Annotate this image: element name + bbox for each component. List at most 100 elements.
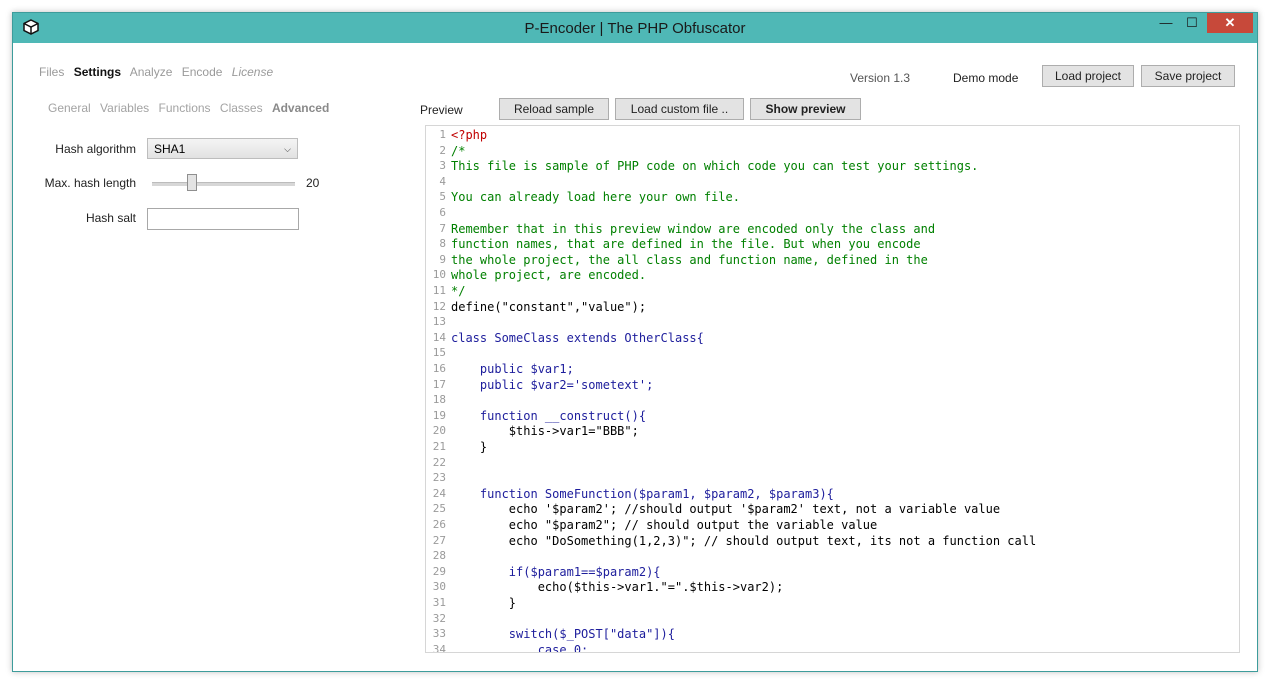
code-line: 12 define("constant","value");	[426, 299, 1239, 316]
app-window: P-Encoder | The PHP Obfuscator — ☐ ✕ Fil…	[12, 12, 1258, 672]
line-text: function names, that are defined in the …	[451, 237, 921, 252]
code-line: 20 $this->var1="BBB";	[426, 424, 1239, 440]
nav-analyze[interactable]: Analyze	[130, 65, 173, 79]
line-number: 26	[432, 518, 446, 531]
line-number: 29	[432, 564, 446, 578]
line-number: 7	[439, 221, 446, 235]
line-text: }	[451, 596, 517, 610]
line-number: 24	[432, 486, 446, 500]
code-line: 5 You can already load here your own file…	[426, 190, 1239, 206]
code-line: 31 }	[426, 596, 1239, 612]
line-number: 12	[432, 299, 446, 313]
title-bar: P-Encoder | The PHP Obfuscator — ☐ ✕	[13, 13, 1257, 43]
code-line: 2 /*	[426, 143, 1239, 160]
line-text: echo '$param2'; //should output '$param2…	[451, 502, 1001, 517]
line-number: 9	[439, 252, 446, 266]
nav-license[interactable]: License	[232, 65, 273, 79]
code-line: 11 */	[426, 284, 1239, 300]
settings-subnav: General Variables Functions Classes Adva…	[48, 101, 335, 115]
tab-advanced[interactable]: Advanced	[272, 101, 329, 115]
code-line: 13	[426, 315, 1239, 331]
max-hash-length-value: 20	[306, 176, 320, 190]
line-text: <?php	[451, 128, 488, 142]
maximize-button[interactable]: ☐	[1179, 13, 1205, 33]
hash-algorithm-value: SHA1	[154, 142, 186, 156]
code-line: 21 }	[426, 440, 1239, 456]
code-line: 10 whole project, are encoded.	[426, 268, 1239, 284]
mode-label: Demo mode	[953, 71, 1019, 85]
line-number: 34	[432, 642, 446, 653]
code-line: 19 function __construct(){	[426, 408, 1239, 425]
nav-settings[interactable]: Settings	[74, 65, 121, 79]
line-text: echo "$param2"; // should output the var…	[451, 518, 878, 532]
slider-thumb[interactable]	[187, 174, 197, 191]
line-number: 10	[432, 268, 446, 282]
close-button[interactable]: ✕	[1207, 13, 1253, 33]
code-line: 25 echo '$param2'; //should output '$par…	[426, 502, 1239, 518]
line-text: You can already load here your own file.	[451, 190, 740, 205]
line-text: whole project, are encoded.	[451, 268, 647, 283]
line-number: 31	[432, 596, 446, 609]
hash-algorithm-select[interactable]: SHA1 ⌵	[147, 138, 298, 159]
line-number: 8	[439, 237, 446, 251]
line-text: echo "DoSomething(1,2,3)"; // should out…	[451, 533, 1037, 548]
nav-files[interactable]: Files	[39, 65, 64, 79]
save-project-button[interactable]: Save project	[1141, 65, 1235, 87]
max-hash-length-label: Max. hash length	[44, 176, 136, 190]
load-project-button[interactable]: Load project	[1042, 65, 1134, 87]
line-number: 33	[432, 627, 446, 641]
hash-salt-input[interactable]	[147, 208, 299, 230]
preview-label: Preview	[420, 103, 463, 117]
hash-algorithm-label: Hash algorithm	[55, 142, 136, 156]
line-text: Remember that in this preview window are…	[451, 221, 936, 236]
line-text: echo($this->var1."=".$this->var2);	[451, 580, 784, 595]
line-text: public $var2='sometext';	[451, 377, 654, 392]
code-line: 23	[426, 471, 1239, 487]
line-text: /*	[451, 143, 466, 158]
line-number: 16	[432, 362, 446, 375]
tab-variables[interactable]: Variables	[100, 101, 149, 115]
reload-sample-button[interactable]: Reload sample	[499, 98, 609, 120]
line-number: 23	[432, 471, 446, 485]
code-line: 17 public $var2='sometext';	[426, 377, 1239, 394]
load-custom-file-button[interactable]: Load custom file ..	[615, 98, 744, 120]
code-line: 9 the whole project, the all class and fu…	[426, 252, 1239, 269]
line-number: 1	[439, 128, 446, 141]
line-number: 19	[432, 408, 446, 422]
code-line: 16 public $var1;	[426, 362, 1239, 378]
line-number: 20	[432, 424, 446, 438]
code-line: 24 function SomeFunction($param1, $param…	[426, 486, 1239, 503]
tab-classes[interactable]: Classes	[220, 101, 263, 115]
line-text: the whole project, the all class and fun…	[451, 252, 928, 267]
line-number: 5	[439, 190, 446, 204]
line-text: $this->var1="BBB";	[451, 424, 639, 439]
code-preview[interactable]: 1 <?php 2 /* 3 This file is sample of PHP cod…	[425, 125, 1240, 653]
code-line: 22	[426, 456, 1239, 472]
max-hash-length-slider[interactable]	[152, 182, 295, 186]
line-number: 17	[432, 377, 446, 391]
code-line: 7 Remember that in this preview window ar…	[426, 221, 1239, 238]
show-preview-button[interactable]: Show preview	[750, 98, 861, 120]
chevron-down-icon: ⌵	[284, 144, 291, 154]
line-number: 11	[432, 284, 446, 297]
line-text: define("constant","value");	[451, 299, 647, 314]
code-line: 15	[426, 346, 1239, 362]
line-number: 27	[432, 533, 446, 547]
nav-encode[interactable]: Encode	[182, 65, 223, 79]
line-number: 32	[432, 611, 446, 625]
line-number: 21	[432, 440, 446, 453]
code-line: 8 function names, that are defined in the…	[426, 237, 1239, 253]
line-number: 14	[432, 330, 446, 344]
line-number: 25	[432, 502, 446, 516]
code-line: 4	[426, 175, 1239, 191]
code-line: 32	[426, 611, 1239, 628]
line-text: case 0:	[451, 642, 589, 653]
tab-general[interactable]: General	[48, 101, 91, 115]
minimize-button[interactable]: —	[1153, 13, 1179, 33]
line-text: */	[451, 284, 466, 298]
code-line: 29 if($param1==$param2){	[426, 564, 1239, 581]
code-line: 28	[426, 549, 1239, 565]
line-number: 30	[432, 580, 446, 594]
version-label: Version 1.3	[850, 71, 911, 85]
tab-functions[interactable]: Functions	[159, 101, 211, 115]
